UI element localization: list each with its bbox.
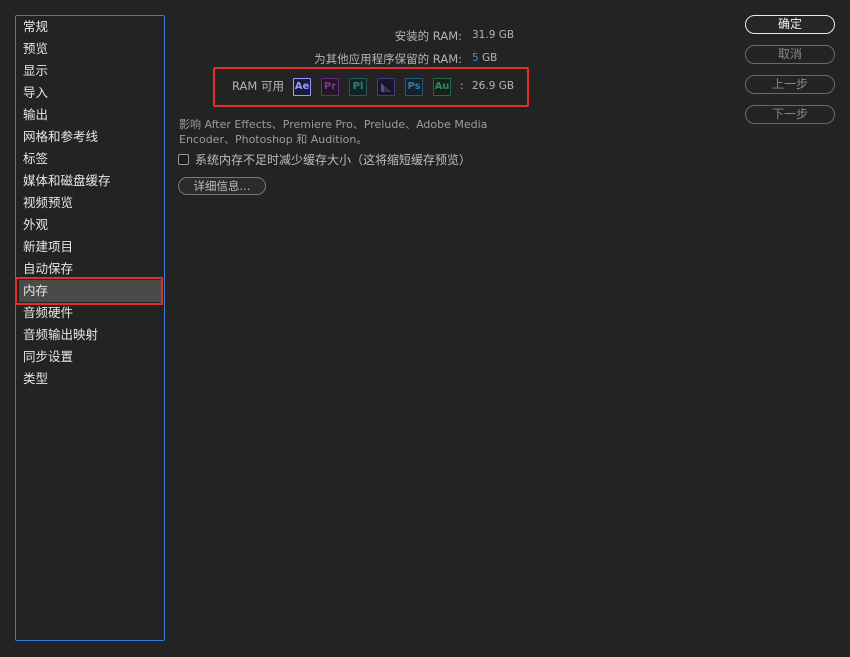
after-effects-icon: Ae	[293, 78, 311, 96]
ok-button[interactable]: 确定	[745, 15, 835, 34]
reserved-ram-label: 为其他应用程序保留的 RAM:	[314, 52, 462, 66]
sidebar-item-general[interactable]: 常规	[19, 16, 161, 38]
sidebar-item-display[interactable]: 显示	[19, 60, 161, 82]
reserved-ram-value[interactable]: 5 GB	[472, 52, 497, 64]
previous-button[interactable]: 上一步	[745, 75, 835, 94]
ram-available-label: RAM 可用	[232, 79, 284, 93]
cancel-button[interactable]: 取消	[745, 45, 835, 64]
reduce-cache-option[interactable]: 系统内存不足时减少缓存大小（这将缩短缓存预览）	[178, 151, 471, 167]
sidebar-item-audio-hardware[interactable]: 音频硬件	[19, 302, 161, 324]
prelude-icon: Pl	[349, 78, 367, 96]
reduce-cache-checkbox[interactable]	[178, 153, 189, 165]
preferences-category-list[interactable]: 常规 预览 显示 导入 输出 网格和参考线 标签 媒体和磁盘缓存 视频预览 外观…	[15, 15, 165, 641]
sidebar-item-video-preview[interactable]: 视频预览	[19, 192, 161, 214]
sidebar-item-output[interactable]: 输出	[19, 104, 161, 126]
installed-ram-value: 31.9 GB	[472, 29, 515, 41]
premiere-pro-icon: Pr	[321, 78, 339, 96]
reserved-ram-number[interactable]: 5	[472, 52, 479, 64]
sidebar-item-previews[interactable]: 预览	[19, 38, 161, 60]
reduce-cache-label[interactable]: 系统内存不足时减少缓存大小（这将缩短缓存预览）	[195, 151, 471, 168]
sidebar-item-auto-save[interactable]: 自动保存	[19, 258, 161, 280]
photoshop-icon: Ps	[405, 78, 423, 96]
sidebar-item-memory[interactable]: 内存	[19, 280, 161, 302]
sidebar-item-type[interactable]: 类型	[19, 368, 161, 390]
sidebar-item-media-disk-cache[interactable]: 媒体和磁盘缓存	[19, 170, 161, 192]
media-encoder-icon	[377, 78, 395, 96]
sidebar-item-new-project[interactable]: 新建项目	[19, 236, 161, 258]
audition-icon: Au	[433, 78, 451, 96]
details-button[interactable]: 详细信息...	[178, 177, 266, 195]
sidebar-item-labels[interactable]: 标签	[19, 148, 161, 170]
affected-apps-text: 影响 After Effects、Premiere Pro、Prelude、Ad…	[179, 118, 488, 146]
sidebar-item-sync-settings[interactable]: 同步设置	[19, 346, 161, 368]
sidebar-item-grids-guides[interactable]: 网格和参考线	[19, 126, 161, 148]
sidebar-item-import[interactable]: 导入	[19, 82, 161, 104]
installed-ram-label: 安装的 RAM:	[394, 29, 462, 43]
next-button[interactable]: 下一步	[745, 105, 835, 124]
sidebar-item-audio-output-mapping[interactable]: 音频输出映射	[19, 324, 161, 346]
ram-available-value: 26.9 GB	[472, 80, 515, 92]
reserved-ram-unit: GB	[482, 52, 498, 64]
sidebar-item-appearance[interactable]: 外观	[19, 214, 161, 236]
ram-colon: :	[460, 80, 464, 92]
